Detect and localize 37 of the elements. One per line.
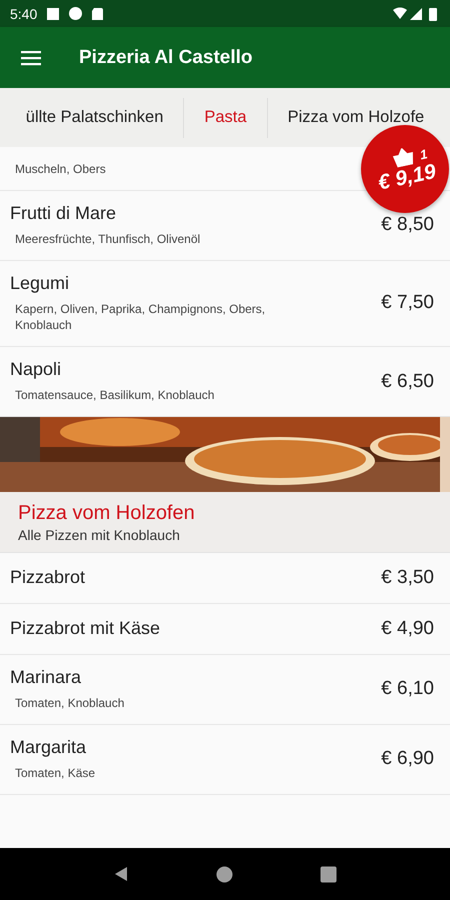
cart-count: 1 bbox=[418, 146, 428, 162]
item-price: € 6,90 bbox=[381, 748, 434, 770]
item-name: Marinara bbox=[10, 666, 82, 688]
home-icon[interactable] bbox=[216, 866, 233, 882]
notification-circle-icon bbox=[69, 7, 82, 20]
item-description: Meeresfrüchte, Thunfisch, Olivenöl bbox=[14, 230, 200, 248]
item-price: € 7,50 bbox=[381, 292, 434, 314]
recents-icon[interactable] bbox=[320, 866, 337, 882]
item-name: Frutti di Mare bbox=[10, 202, 118, 224]
category-tab[interactable]: üllte Palatschinken bbox=[26, 108, 164, 127]
item-price: € 8,50 bbox=[381, 214, 434, 236]
item-name: Pizzabrot bbox=[10, 567, 86, 588]
item-description: Tomaten, Knoblauch bbox=[14, 694, 124, 712]
cart-button[interactable]: 1 € 9,19 bbox=[361, 125, 449, 213]
item-name: Legumi bbox=[10, 272, 70, 294]
item-price: € 6,50 bbox=[381, 370, 434, 393]
item-description: Tomatensauce, Basilikum, Knoblauch bbox=[14, 387, 214, 404]
item-description: Kapern, Oliven, Paprika, Champignons, Obers, Knoblauch bbox=[14, 300, 266, 334]
section-subtitle: Alle Pizzen mit Knoblauch bbox=[18, 526, 181, 543]
sd-card-icon bbox=[92, 8, 104, 20]
item-description: Muscheln, Obers bbox=[14, 161, 106, 178]
category-tab[interactable]: Pasta bbox=[204, 108, 247, 127]
menu-icon[interactable] bbox=[21, 50, 41, 66]
notification-square-icon bbox=[47, 8, 60, 20]
item-price: € 4,90 bbox=[381, 618, 434, 640]
cart-total: € 9,19 bbox=[376, 160, 438, 196]
item-price: € 6,10 bbox=[381, 678, 434, 700]
app-title: Pizzeria Al Castello bbox=[79, 46, 253, 68]
category-tab[interactable]: Pizza vom Holzofe bbox=[288, 108, 424, 127]
item-name: Margarita bbox=[10, 736, 88, 758]
back-icon[interactable] bbox=[113, 866, 130, 882]
item-name: Pizzabrot mit Käse bbox=[10, 618, 160, 640]
item-name: Napoli bbox=[10, 359, 62, 380]
item-price: € 3,50 bbox=[381, 566, 434, 589]
item-description: Tomaten, Käse bbox=[14, 764, 96, 782]
status-time: 5:40 bbox=[10, 6, 38, 22]
section-title: Pizza vom Holzofen bbox=[18, 502, 196, 525]
